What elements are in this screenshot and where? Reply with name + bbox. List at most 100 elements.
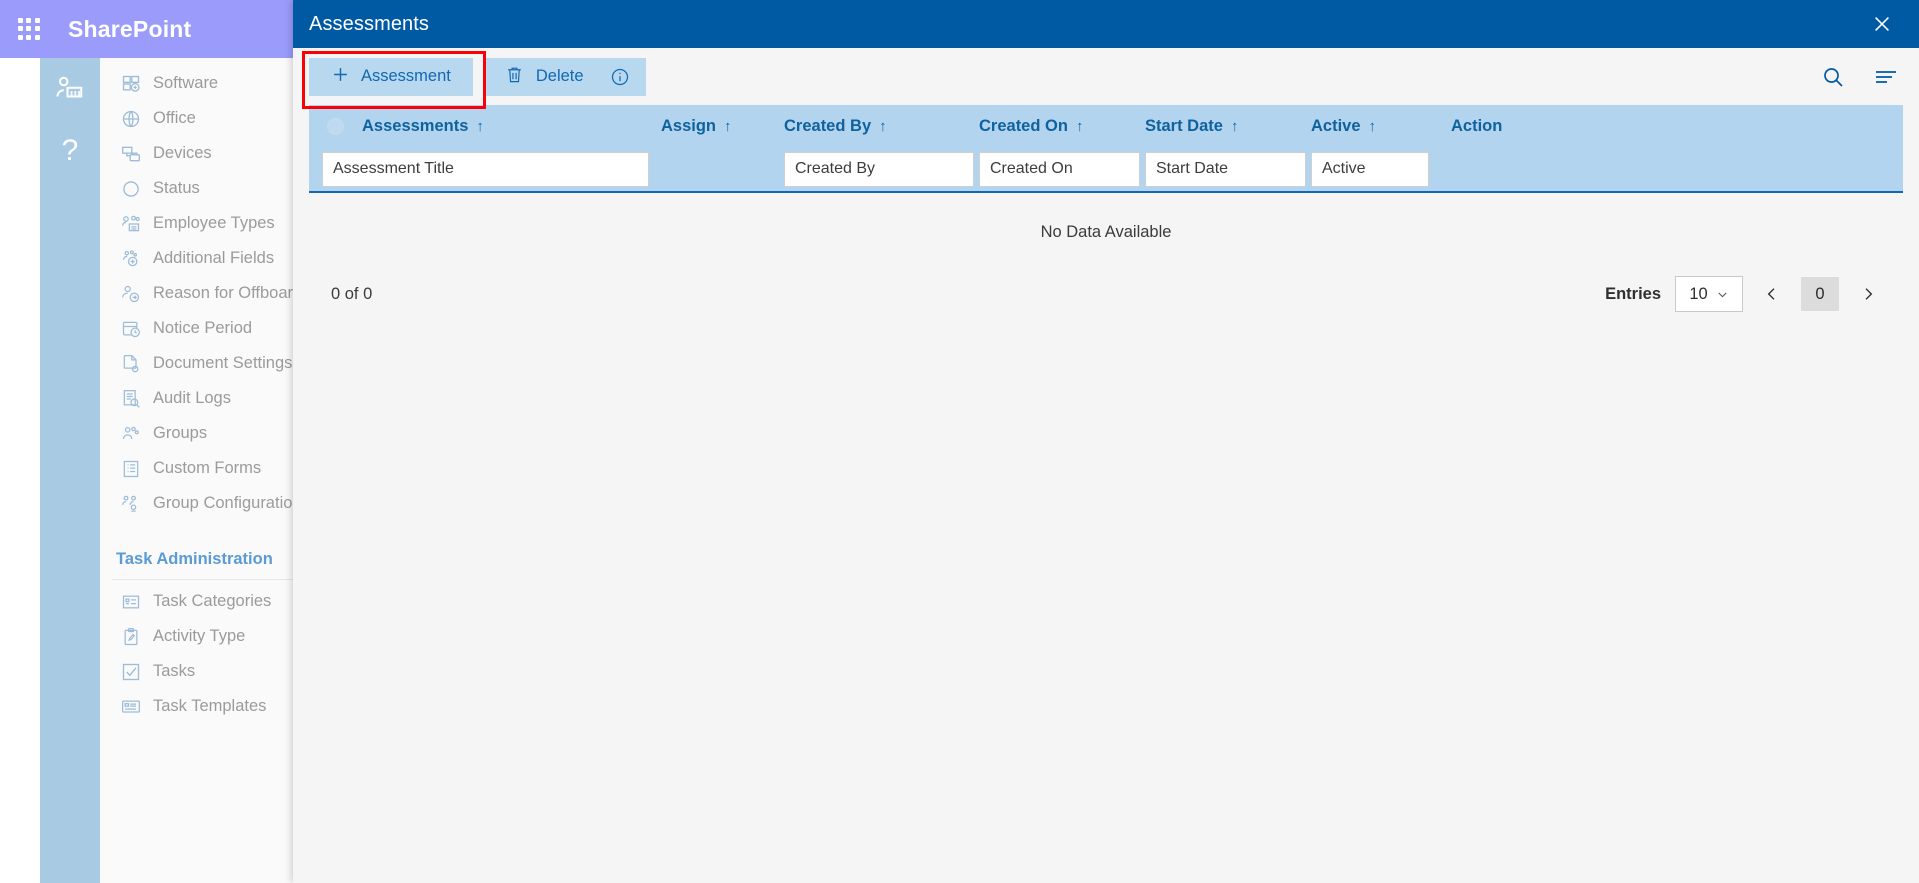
assessments-panel: Assessments Assessment Delete Assessment… bbox=[293, 0, 1919, 883]
column-label: Active bbox=[1311, 116, 1361, 135]
entries-per-page-select[interactable]: 10 bbox=[1675, 276, 1743, 312]
sidebar-item-label: Audit Logs bbox=[153, 389, 231, 407]
software-icon bbox=[120, 73, 142, 95]
panel-toolbar: Assessment Delete bbox=[293, 48, 1919, 109]
column-label: Action bbox=[1451, 116, 1503, 135]
app-launcher-icon[interactable] bbox=[16, 16, 42, 42]
filter-cell-created-by bbox=[784, 151, 979, 187]
entries-label: Entries bbox=[1605, 284, 1661, 303]
sort-arrow-icon[interactable]: ↑ bbox=[1076, 118, 1084, 135]
delete-label: Delete bbox=[535, 67, 584, 85]
filter-lines-icon[interactable] bbox=[1873, 65, 1899, 89]
radio-unchecked-icon[interactable] bbox=[327, 117, 344, 135]
column-header-created-by[interactable]: Created By ↑ bbox=[784, 117, 979, 136]
sidebar-item-label: Office bbox=[153, 109, 196, 127]
column-label: Assessments bbox=[362, 116, 469, 135]
offboard-icon bbox=[120, 283, 142, 305]
document-settings-icon bbox=[120, 353, 142, 375]
add-assessment-label: Assessment bbox=[361, 67, 451, 85]
delete-button[interactable]: Delete bbox=[484, 57, 646, 96]
column-label: Created On bbox=[979, 116, 1068, 135]
additional-fields-icon bbox=[120, 248, 142, 270]
column-header-assessments[interactable]: Assessments ↑ bbox=[309, 117, 661, 136]
grid-filter-row bbox=[309, 147, 1903, 193]
notice-period-icon bbox=[120, 318, 142, 340]
empty-state-message: No Data Available bbox=[309, 193, 1903, 271]
sort-arrow-icon[interactable]: ↑ bbox=[724, 118, 732, 135]
chevron-down-icon bbox=[1716, 288, 1729, 301]
plus-icon bbox=[331, 65, 350, 89]
devices-icon bbox=[120, 143, 142, 165]
column-label: Start Date bbox=[1145, 116, 1223, 135]
column-header-start-date[interactable]: Start Date ↑ bbox=[1145, 117, 1311, 136]
column-label: Assign bbox=[661, 116, 717, 135]
task-categories-icon bbox=[120, 591, 142, 613]
add-assessment-button[interactable]: Assessment bbox=[302, 50, 486, 109]
task-templates-icon bbox=[120, 696, 142, 718]
chevron-left-icon[interactable] bbox=[1757, 277, 1787, 311]
sidebar-item-label: Task Categories bbox=[153, 592, 272, 610]
circle-icon bbox=[120, 178, 142, 200]
sharepoint-brand[interactable]: SharePoint bbox=[68, 16, 191, 43]
sidebar-item-label: Devices bbox=[153, 144, 212, 162]
column-label: Created By bbox=[784, 116, 872, 135]
help-glyph: ? bbox=[61, 134, 79, 167]
help-icon[interactable]: ? bbox=[53, 134, 87, 168]
sidebar-item-label: Notice Period bbox=[153, 319, 253, 337]
sort-arrow-icon[interactable]: ↑ bbox=[1231, 118, 1239, 135]
close-icon[interactable] bbox=[1859, 0, 1905, 48]
sidebar-item-label: Reason for Offboard bbox=[153, 284, 303, 302]
assessment-title-filter[interactable] bbox=[322, 151, 649, 187]
audit-logs-icon bbox=[120, 388, 142, 410]
toolbar-right-actions bbox=[1821, 65, 1899, 89]
chevron-right-icon[interactable] bbox=[1853, 277, 1883, 311]
sidebar-item-label: Additional Fields bbox=[153, 249, 275, 267]
sidebar-item-label: Employee Types bbox=[153, 214, 275, 232]
search-icon[interactable] bbox=[1821, 65, 1845, 89]
created-on-filter[interactable] bbox=[979, 151, 1140, 187]
sidebar-item-label: Task Templates bbox=[153, 697, 267, 715]
sidebar-item-label: Software bbox=[153, 74, 219, 92]
active-filter[interactable] bbox=[1311, 151, 1429, 187]
group-configuration-icon bbox=[120, 493, 142, 515]
assessments-grid: Assessments ↑ Assign ↑ Created By ↑ Crea… bbox=[293, 105, 1919, 317]
sidebar-item-label: Group Configuration bbox=[153, 494, 302, 512]
sidebar-item-label: Custom Forms bbox=[153, 459, 262, 477]
column-header-created-on[interactable]: Created On ↑ bbox=[979, 117, 1145, 136]
sidebar-item-label: Status bbox=[153, 179, 200, 197]
tasks-icon bbox=[120, 661, 142, 683]
sort-arrow-icon[interactable]: ↑ bbox=[1369, 118, 1377, 135]
filter-cell-start-date bbox=[1145, 151, 1311, 187]
sort-arrow-icon[interactable]: ↑ bbox=[879, 118, 887, 135]
info-icon[interactable] bbox=[610, 67, 630, 87]
filter-cell-active bbox=[1311, 151, 1451, 187]
entries-value: 10 bbox=[1689, 284, 1708, 303]
custom-forms-icon bbox=[120, 458, 142, 480]
column-header-assign[interactable]: Assign ↑ bbox=[661, 117, 784, 136]
sidebar-item-label: Groups bbox=[153, 424, 208, 442]
groups-icon bbox=[120, 423, 142, 445]
sidebar-item-label: Activity Type bbox=[153, 627, 246, 645]
filter-cell-assessments bbox=[309, 151, 661, 187]
current-page-button[interactable]: 0 bbox=[1801, 277, 1839, 311]
employee-types-icon bbox=[120, 213, 142, 235]
created-by-filter[interactable] bbox=[784, 151, 974, 187]
activity-type-icon bbox=[120, 626, 142, 648]
record-count: 0 of 0 bbox=[331, 284, 373, 303]
sidebar-item-label: Document Settings bbox=[153, 354, 293, 372]
page-title: Assessments bbox=[309, 12, 430, 35]
org-user-icon[interactable] bbox=[53, 72, 87, 106]
sort-arrow-icon[interactable]: ↑ bbox=[476, 118, 484, 135]
panel-header: Assessments bbox=[293, 0, 1919, 48]
trash-icon bbox=[505, 65, 524, 89]
grid-header-row: Assessments ↑ Assign ↑ Created By ↑ Crea… bbox=[309, 105, 1903, 147]
filter-cell-created-on bbox=[979, 151, 1145, 187]
globe-icon bbox=[120, 108, 142, 130]
grid-footer: 0 of 0 Entries 10 0 bbox=[309, 271, 1903, 317]
column-header-action: Action bbox=[1451, 117, 1502, 136]
start-date-filter[interactable] bbox=[1145, 151, 1306, 187]
column-header-active[interactable]: Active ↑ bbox=[1311, 117, 1451, 136]
sidebar-item-label: Tasks bbox=[153, 662, 196, 680]
sidebar-icon-rail: ? bbox=[40, 58, 100, 883]
pagination-controls: Entries 10 0 bbox=[1605, 276, 1883, 312]
